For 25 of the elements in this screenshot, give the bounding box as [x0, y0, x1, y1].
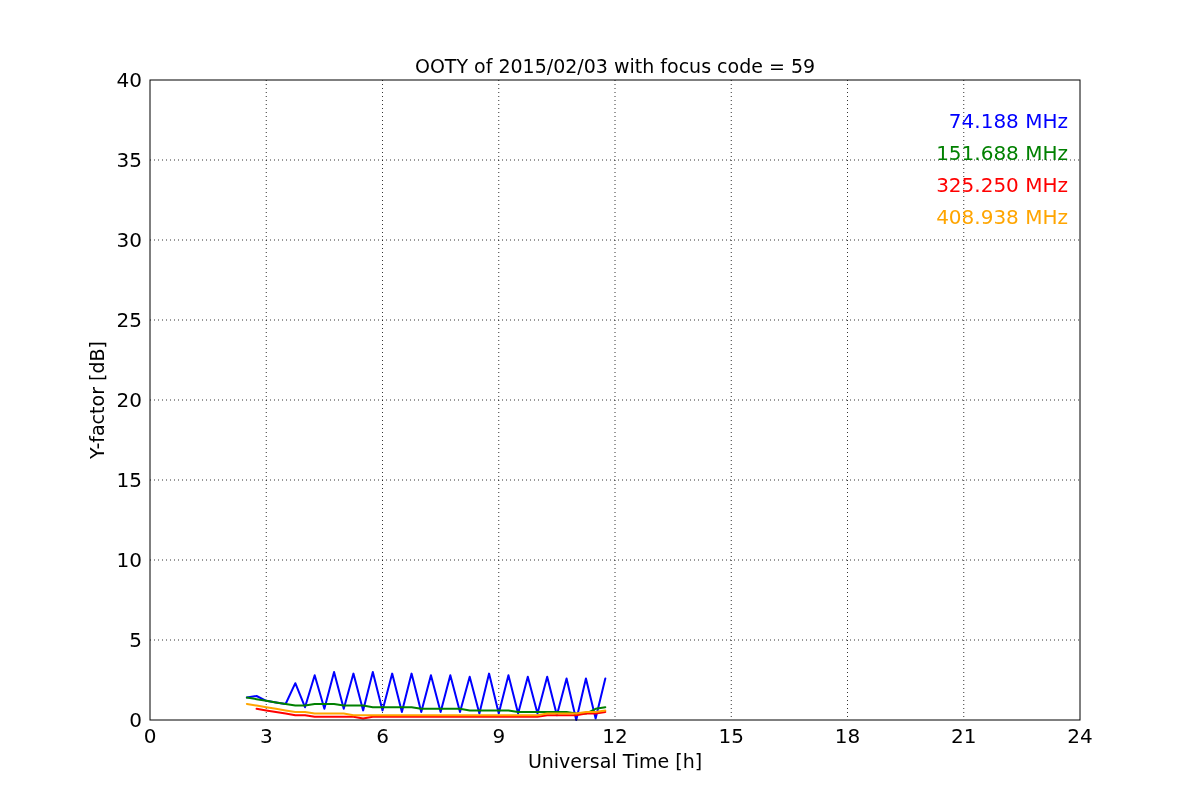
- legend-label: 151.688 MHz: [936, 141, 1068, 165]
- chart-title: OOTY of 2015/02/03 with focus code = 59: [414, 55, 816, 77]
- y-tick-label: 15: [116, 468, 142, 492]
- y-tick-label: 25: [116, 308, 142, 332]
- y-tick-label: 20: [116, 388, 142, 412]
- x-tick-label: 21: [951, 724, 977, 748]
- legend-label: 408.938 MHz: [936, 205, 1068, 229]
- legend-label: 325.250 MHz: [936, 173, 1068, 197]
- y-tick-label: 30: [116, 228, 142, 252]
- y-tick-label: 5: [129, 628, 142, 652]
- legend-label: 74.188 MHz: [948, 109, 1068, 133]
- y-tick-label: 35: [116, 148, 142, 172]
- x-tick-label: 6: [376, 724, 389, 748]
- x-tick-label: 24: [1067, 724, 1093, 748]
- y-tick-label: 0: [129, 708, 142, 732]
- x-tick-label: 18: [834, 724, 861, 748]
- x-tick-label: 0: [143, 724, 157, 748]
- y-axis-label: Y-factor [dB]: [86, 341, 108, 459]
- y-tick-label: 40: [116, 68, 142, 92]
- x-tick-label: 3: [259, 724, 273, 748]
- x-tick-label: 15: [718, 724, 744, 748]
- x-tick-label: 12: [602, 724, 628, 748]
- x-axis-label: Universal Time [h]: [527, 750, 703, 772]
- x-tick-label: 9: [492, 724, 506, 748]
- y-tick-label: 10: [116, 548, 142, 572]
